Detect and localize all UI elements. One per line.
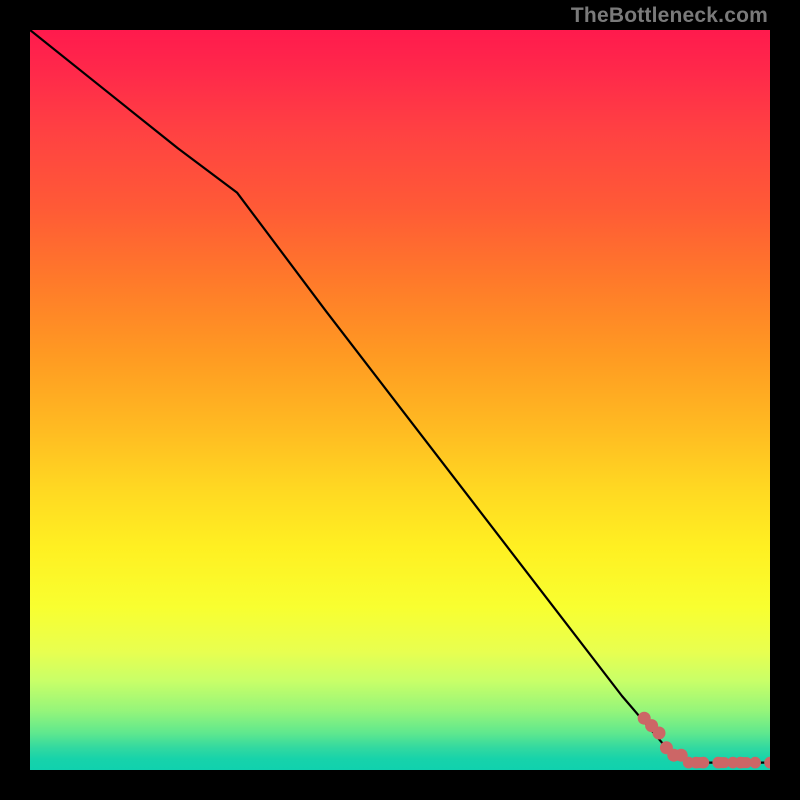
marker-dash [714,757,730,768]
marker-dash [692,757,708,768]
marker-dot [653,727,666,740]
chart-overlay [30,30,770,770]
marker-dash [736,757,752,768]
chart-frame: TheBottleneck.com [0,0,800,800]
marker-dot [764,757,770,769]
watermark-text: TheBottleneck.com [571,4,768,28]
series-curve [30,30,770,763]
plot-area [30,30,770,770]
series-tail-markers [638,712,770,769]
